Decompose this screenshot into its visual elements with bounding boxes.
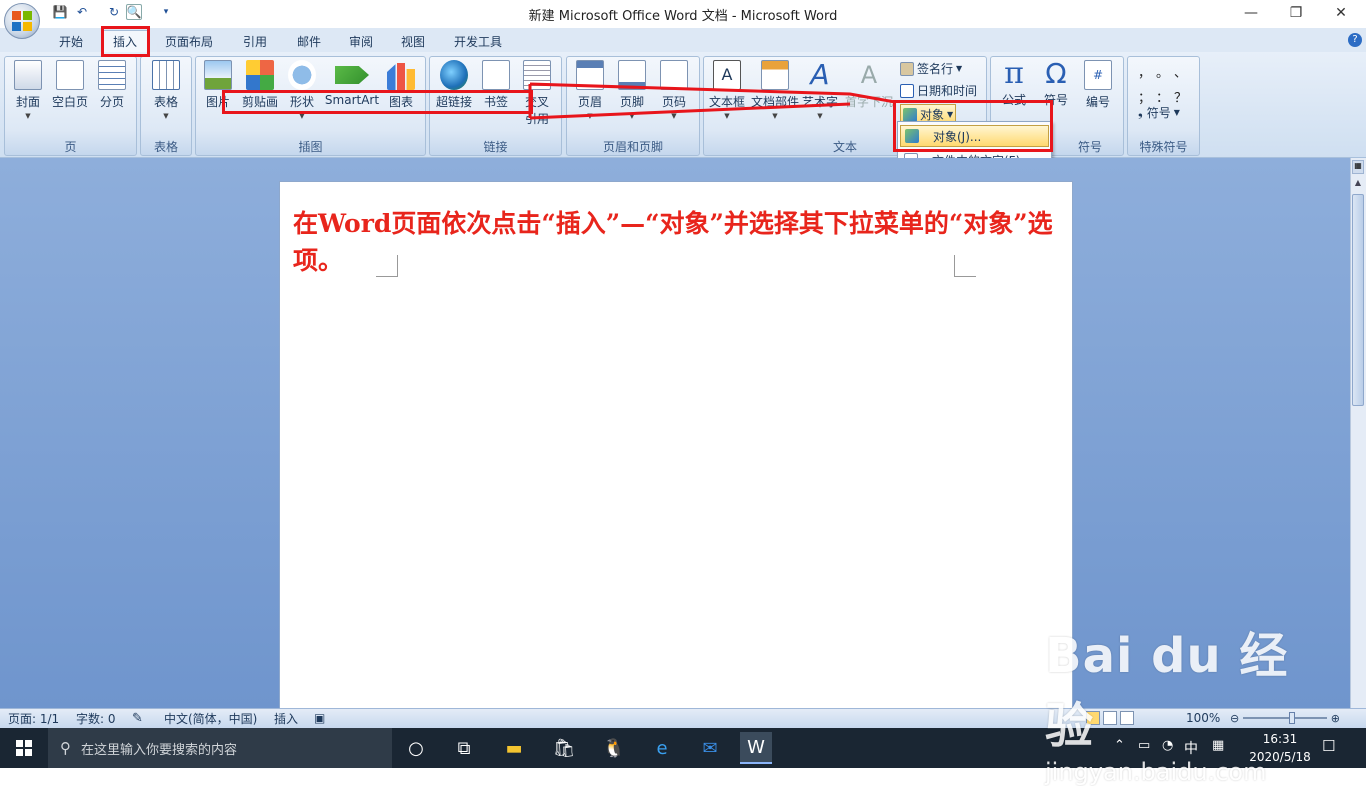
status-language[interactable]: 中文(简体，中国) [164,709,257,727]
scroll-thumb[interactable] [1352,194,1364,406]
annotation-arrow-line-1 [529,82,896,104]
shapes-icon [288,60,316,90]
windows-start-icon[interactable] [8,732,40,764]
dropdown-arrow-icon: ▼ [1173,108,1180,117]
macro-record-icon[interactable]: ▣ [314,709,328,727]
tab-references[interactable]: 引用 [232,30,278,52]
window-title: 新建 Microsoft Office Word 文档 - Microsoft … [528,9,838,24]
annotation-box-object [893,100,1053,152]
notification-icon[interactable]: ☐ [1322,737,1335,755]
baidu-watermark: Bai du 经验 jingyan.baidu.com [1045,616,1305,786]
windows-logo-icon [16,740,32,756]
cover-page-label: 封面 [15,95,40,109]
blank-page-button[interactable]: 空白页 [50,60,90,110]
chart-icon [387,63,415,90]
office-logo-icon [12,11,32,31]
hyperlink-icon [440,60,468,90]
group-label-table: 表格 [153,140,178,154]
table-button[interactable]: 表格 ▼ [148,60,184,120]
instruction-text: 在Word页面依次点击“插入”—“对象”并选择其下拉菜单的“对象”选项。 [293,209,1053,275]
taskbar-search-box[interactable]: ⚲ 在这里输入你要搜索的内容 [48,728,392,768]
minimize-button[interactable]: — [1236,2,1266,24]
group-label-special-symbols: 特殊符号 [1139,140,1188,154]
page-break-button[interactable]: 分页 [95,60,129,110]
annotation-arrow [528,82,896,120]
proofing-icon[interactable]: ✎ [132,709,143,727]
watermark-brand: Bai du 经验 [1045,628,1289,754]
blank-page-label: 空白页 [51,95,88,109]
task-view-icon[interactable]: ⧉ [448,732,480,764]
watermark-url: jingyan.baidu.com [1045,758,1267,786]
smartart-icon [335,66,369,84]
clip-art-icon [246,60,274,90]
status-word-count[interactable]: 字数: 0 [76,709,116,727]
status-page[interactable]: 页面: 1/1 [8,709,59,727]
omega-icon: Ω [1045,57,1067,90]
period-mark[interactable]: 。 [1156,62,1174,81]
blank-page-icon [56,60,84,90]
cover-page-icon [14,60,42,90]
help-icon[interactable]: ? [1348,33,1362,47]
cover-page-button[interactable]: 封面 ▼ [10,60,46,120]
annotation-arrow-line-2 [529,102,851,120]
page-break-icon [98,60,126,90]
signature-line-label: 签名行 [917,62,954,76]
special-symbol-button[interactable]: ❟ 符号 ▼ [1138,104,1180,121]
store-icon[interactable]: 🛍 [548,732,580,764]
punctuation-grid[interactable]: ， 。 、 ； ： ？ [1138,62,1192,106]
dropdown-arrow-icon: ▼ [25,112,31,120]
group-label-header-footer: 页眉和页脚 [602,140,663,154]
pi-icon: π [1004,56,1024,91]
office-button[interactable] [4,3,40,39]
mail-icon[interactable]: ✉ [694,732,726,764]
ruler-toggle-icon[interactable]: ▦ [1352,160,1364,174]
tab-mailings[interactable]: 邮件 [286,30,332,52]
restore-button[interactable]: ❐ [1281,2,1311,24]
page-break-label: 分页 [99,95,124,109]
file-explorer-icon[interactable]: ▬ [498,732,530,764]
enumeration-mark[interactable]: 、 [1174,62,1192,81]
tab-page-layout[interactable]: 页面布局 [158,30,220,52]
tab-home[interactable]: 开始 [48,30,94,52]
status-insert-mode[interactable]: 插入 [274,709,298,727]
group-label-illustrations: 插图 [298,140,323,154]
search-icon: ⚲ [60,739,71,757]
date-time-label: 日期和时间 [917,84,978,98]
zoom-in-icon[interactable]: ⊕ [1331,712,1340,725]
table-label: 表格 [153,95,178,109]
comma-mark[interactable]: ， [1138,62,1156,81]
group-label-pages: 页 [64,140,77,154]
search-placeholder: 在这里输入你要搜索的内容 [81,742,238,758]
group-label-symbols: 符号 [1077,140,1102,154]
group-label-links: 链接 [483,140,508,154]
date-time-button[interactable]: 日期和时间 [900,82,977,99]
word-taskbar-icon[interactable]: W [740,732,772,764]
close-button[interactable]: ✕ [1326,2,1356,24]
table-icon [152,60,180,90]
annotation-box-insert-tab [101,26,150,57]
tab-developer[interactable]: 开发工具 [446,30,510,52]
bookmark-icon [482,60,510,90]
qq-icon[interactable]: 🐧 [598,732,630,764]
symbol-dot-icon: ❟ [1138,105,1143,119]
number-icon: # [1084,60,1112,90]
edge-icon[interactable]: e [646,732,678,764]
dropdown-arrow-icon: ▼ [163,112,169,120]
dropdown-arrow-icon: ▼ [956,64,963,73]
annotation-box-ribbon [222,90,533,114]
picture-icon [204,60,232,90]
scroll-up-icon[interactable]: ▲ [1352,178,1364,192]
cortana-icon[interactable]: ○ [400,732,432,764]
numbering-label: 编号 [1085,95,1110,109]
tab-view[interactable]: 视图 [390,30,436,52]
tab-review[interactable]: 审阅 [338,30,384,52]
special-symbol-label: 符号 [1146,106,1171,120]
numbering-button[interactable]: # 编号 [1080,60,1116,110]
